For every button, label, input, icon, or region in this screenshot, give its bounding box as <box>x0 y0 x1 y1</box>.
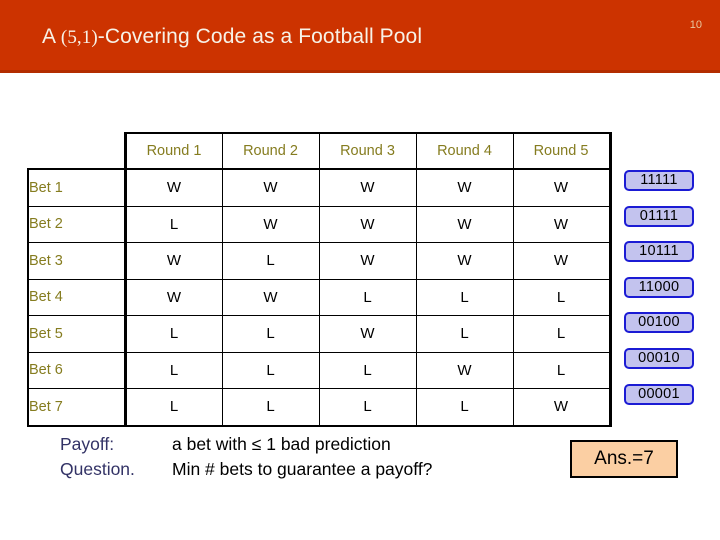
bet-label: Bet 5 <box>27 315 127 353</box>
result-cell: W <box>415 168 514 207</box>
result-cell: L <box>512 315 612 353</box>
result-cell: L <box>123 388 223 427</box>
notes-block: Payoff: a bet with ≤ 1 bad prediction Que… <box>60 432 432 482</box>
result-cell: L <box>123 205 223 243</box>
codeword-badge: 00010 <box>624 347 694 369</box>
bet-label: Bet 3 <box>27 242 127 280</box>
result-cell: W <box>415 351 514 389</box>
result-cell: L <box>512 278 612 316</box>
question-text: Min # bets to guarantee a payoff? <box>172 459 433 479</box>
result-cell: L <box>318 351 417 389</box>
result-cell: W <box>318 168 417 207</box>
column-header-round-4: Round 4 <box>415 132 514 170</box>
question-label: Question. <box>60 459 135 479</box>
column-header-round-2: Round 2 <box>221 132 320 170</box>
codeword-badge: 01111 <box>624 205 694 227</box>
result-cell: W <box>318 205 417 243</box>
bet-label: Bet 4 <box>27 278 127 316</box>
table-corner-cell <box>28 133 125 169</box>
table-row: Bet 7 L L L L W <box>27 388 612 427</box>
codeword-badge: 11111 <box>624 170 694 191</box>
result-cell: L <box>123 351 223 389</box>
bet-label: Bet 7 <box>27 388 127 427</box>
result-cell: W <box>415 205 514 243</box>
result-cell: W <box>512 388 612 427</box>
result-cell: L <box>221 242 320 280</box>
bet-label: Bet 6 <box>27 351 127 389</box>
result-cell: L <box>123 315 223 353</box>
title-parameters: (5,1) <box>60 27 98 48</box>
result-cell: L <box>221 315 320 353</box>
result-cell: W <box>123 168 223 207</box>
codeword-badge: 00100 <box>624 312 694 334</box>
result-cell: W <box>221 205 320 243</box>
result-cell: L <box>318 388 417 427</box>
table-row: Bet 6 L L L W L <box>27 351 612 389</box>
result-cell: W <box>512 242 612 280</box>
header-banner: A (5,1)-Covering Code as a Football Pool… <box>0 0 720 73</box>
title-prefix: A <box>42 25 61 48</box>
table-row: Bet 2 L W W W W <box>27 205 612 243</box>
table-row: Bet 5 L L W L L <box>27 315 612 353</box>
result-cell: L <box>415 388 514 427</box>
bet-label: Bet 1 <box>27 168 127 207</box>
result-cell: L <box>221 388 320 427</box>
column-header-round-5: Round 5 <box>512 132 612 170</box>
payoff-note: Payoff: a bet with ≤ 1 bad prediction <box>60 432 432 457</box>
result-cell: W <box>221 278 320 316</box>
column-header-round-1: Round 1 <box>123 132 223 170</box>
result-cell: L <box>415 315 514 353</box>
result-cell: L <box>221 351 320 389</box>
result-cell: W <box>415 242 514 280</box>
result-cell: L <box>512 351 612 389</box>
result-cell: L <box>415 278 514 316</box>
result-cell: W <box>318 242 417 280</box>
slide-number: 10 <box>689 19 702 31</box>
page-title: A (5,1)-Covering Code as a Football Pool <box>42 25 422 49</box>
column-header-round-3: Round 3 <box>318 132 417 170</box>
result-cell: W <box>221 168 320 207</box>
football-pool-table: Round 1 Round 2 Round 3 Round 4 Round 5 … <box>27 132 612 427</box>
codeword-badge: 10111 <box>624 241 694 263</box>
codeword-badge: 00001 <box>624 383 694 405</box>
result-cell: W <box>512 168 612 207</box>
result-cell: W <box>512 205 612 243</box>
table-row: Bet 4 W W L L L <box>27 278 612 316</box>
codeword-badge-list: 11111 01111 10111 11000 00100 00010 0000… <box>624 170 694 419</box>
result-cell: W <box>123 242 223 280</box>
title-suffix: -Covering Code as a Football Pool <box>97 25 423 48</box>
result-cell: L <box>318 278 417 316</box>
codeword-badge: 11000 <box>624 276 694 298</box>
result-cell: W <box>318 315 417 353</box>
table-row: Bet 3 W L W W W <box>27 242 612 280</box>
table-header-row: Round 1 Round 2 Round 3 Round 4 Round 5 <box>28 132 612 170</box>
bet-label: Bet 2 <box>27 205 127 243</box>
payoff-text: a bet with ≤ 1 bad prediction <box>172 434 391 454</box>
table-row: Bet 1 W W W W W <box>27 168 612 207</box>
result-cell: W <box>123 278 223 316</box>
payoff-label: Payoff: <box>60 434 115 454</box>
question-note: Question. Min # bets to guarantee a payof… <box>60 457 432 482</box>
answer-callout: Ans.=7 <box>570 440 678 478</box>
